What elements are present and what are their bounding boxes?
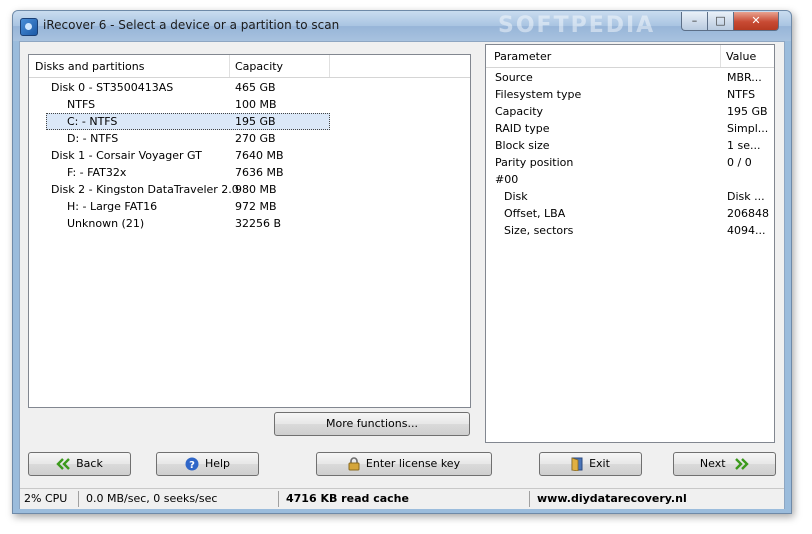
parameters-list-header: Parameter Value [486, 45, 774, 68]
parameter-name: Size, sectors [504, 224, 574, 237]
disks-list[interactable]: Disks and partitions Capacity Disk 0 - S… [28, 54, 471, 408]
help-icon: ? [185, 457, 199, 471]
cpu-usage: 2% CPU [24, 492, 68, 505]
exit-door-icon [571, 457, 583, 471]
disk-capacity: 100 MB [235, 98, 277, 111]
svg-text:?: ? [189, 460, 195, 471]
double-chevron-left-icon [56, 458, 70, 470]
read-cache: 4716 KB read cache [286, 492, 409, 505]
parameter-value: 1 se... [727, 139, 761, 152]
disk-list-row[interactable]: Unknown (21) 32256 B [29, 215, 470, 232]
disk-name: D: - NTFS [67, 132, 119, 145]
disk-name: H: - Large FAT16 [67, 200, 158, 213]
disks-list-header: Disks and partitions Capacity [29, 55, 470, 78]
next-button[interactable]: Next [673, 452, 776, 476]
minimize-button[interactable]: – [681, 12, 708, 31]
disk-name: Disk 2 - Kingston DataTraveler 2.0 [51, 183, 239, 196]
parameter-row[interactable]: Offset, LBA 206848 [486, 205, 774, 222]
disk-list-row[interactable]: Disk 2 - Kingston DataTraveler 2.0 980 MB [29, 181, 470, 198]
disk-name: F: - FAT32x [67, 166, 127, 179]
disk-capacity: 7640 MB [235, 149, 284, 162]
disk-capacity: 7636 MB [235, 166, 284, 179]
disk-capacity: 32256 B [235, 217, 282, 230]
column-header-parameter[interactable]: Parameter [494, 50, 551, 63]
status-divider [78, 491, 79, 507]
help-button[interactable]: ? Help [156, 452, 259, 476]
exit-button[interactable]: Exit [539, 452, 642, 476]
title-bar[interactable]: iRecover 6 - Select a device or a partit… [13, 11, 791, 41]
disk-capacity: 270 GB [235, 132, 276, 145]
disk-name: Disk 0 - ST3500413AS [51, 81, 174, 94]
parameter-name: Parity position [495, 156, 574, 169]
parameter-value: 206848 [727, 207, 769, 220]
status-divider [278, 491, 279, 507]
parameter-row[interactable]: Filesystem type NTFS [486, 86, 774, 103]
disk-list-row[interactable]: D: - NTFS 270 GB [29, 130, 470, 147]
more-functions-button[interactable]: More functions... [274, 412, 470, 436]
enter-license-key-button[interactable]: Enter license key [316, 452, 492, 476]
client-area: Disks and partitions Capacity Disk 0 - S… [19, 41, 785, 509]
disk-capacity: 972 MB [235, 200, 277, 213]
disk-name: NTFS [67, 98, 96, 111]
website-link[interactable]: www.diydatarecovery.nl [533, 489, 687, 509]
parameter-value: MBR... [727, 71, 762, 84]
parameter-row[interactable]: RAID type Simpl... [486, 120, 774, 137]
parameter-row[interactable]: Disk Disk ... [486, 188, 774, 205]
parameter-name: Filesystem type [495, 88, 582, 101]
parameter-value: 195 GB [727, 105, 768, 118]
disk-list-row[interactable]: Disk 1 - Corsair Voyager GT 7640 MB [29, 147, 470, 164]
parameter-name: Offset, LBA [504, 207, 566, 220]
close-button[interactable]: ✕ [733, 12, 779, 31]
parameter-name: Block size [495, 139, 550, 152]
disk-list-row[interactable]: H: - Large FAT16 972 MB [29, 198, 470, 215]
app-window: iRecover 6 - Select a device or a partit… [12, 10, 792, 514]
parameter-row[interactable]: Size, sectors 4094... [486, 222, 774, 239]
disk-capacity: 195 GB [235, 115, 276, 128]
status-bar: 2% CPU 0.0 MB/sec, 0 seeks/sec 4716 KB r… [20, 488, 784, 509]
column-header-value[interactable]: Value [726, 50, 756, 63]
parameter-row[interactable]: Capacity 195 GB [486, 103, 774, 120]
column-divider[interactable] [229, 55, 230, 77]
parameter-name: Source [495, 71, 533, 84]
disk-name: Disk 1 - Corsair Voyager GT [51, 149, 202, 162]
disk-list-row[interactable]: Disk 0 - ST3500413AS 465 GB [29, 79, 470, 96]
column-divider[interactable] [720, 45, 721, 67]
parameter-name: Disk [504, 190, 528, 203]
parameter-row[interactable]: #00 [486, 171, 774, 188]
double-chevron-right-icon [735, 458, 749, 470]
maximize-button[interactable]: □ [707, 12, 734, 31]
parameter-row[interactable]: Source MBR... [486, 69, 774, 86]
parameter-row[interactable]: Parity position 0 / 0 [486, 154, 774, 171]
disk-capacity: 465 GB [235, 81, 276, 94]
disk-list-row[interactable]: F: - FAT32x 7636 MB [29, 164, 470, 181]
parameter-value: Disk ... [727, 190, 765, 203]
parameters-list[interactable]: Parameter Value Source MBR... Filesystem t… [485, 44, 775, 443]
parameter-value: Simpl... [727, 122, 769, 135]
column-divider[interactable] [329, 55, 330, 77]
parameter-name: #00 [495, 173, 519, 186]
parameter-name: Capacity [495, 105, 544, 118]
io-rate: 0.0 MB/sec, 0 seeks/sec [86, 492, 218, 505]
column-header-disks[interactable]: Disks and partitions [35, 60, 144, 73]
parameter-value: NTFS [727, 88, 756, 101]
parameter-value: 0 / 0 [727, 156, 752, 169]
lock-icon [348, 457, 360, 471]
parameter-name: RAID type [495, 122, 550, 135]
status-divider [529, 491, 530, 507]
back-button[interactable]: Back [28, 452, 131, 476]
disk-name: Unknown (21) [67, 217, 145, 230]
window-title: iRecover 6 - Select a device or a partit… [43, 18, 340, 32]
column-header-capacity[interactable]: Capacity [235, 60, 283, 73]
disk-list-row[interactable]: C: - NTFS 195 GB [29, 113, 470, 130]
disk-list-row[interactable]: NTFS 100 MB [29, 96, 470, 113]
app-icon [20, 18, 38, 36]
softpedia-watermark: SOFTPEDIA [498, 13, 656, 38]
parameter-row[interactable]: Block size 1 se... [486, 137, 774, 154]
parameter-value: 4094... [727, 224, 766, 237]
disk-capacity: 980 MB [235, 183, 277, 196]
disk-name: C: - NTFS [67, 115, 118, 128]
